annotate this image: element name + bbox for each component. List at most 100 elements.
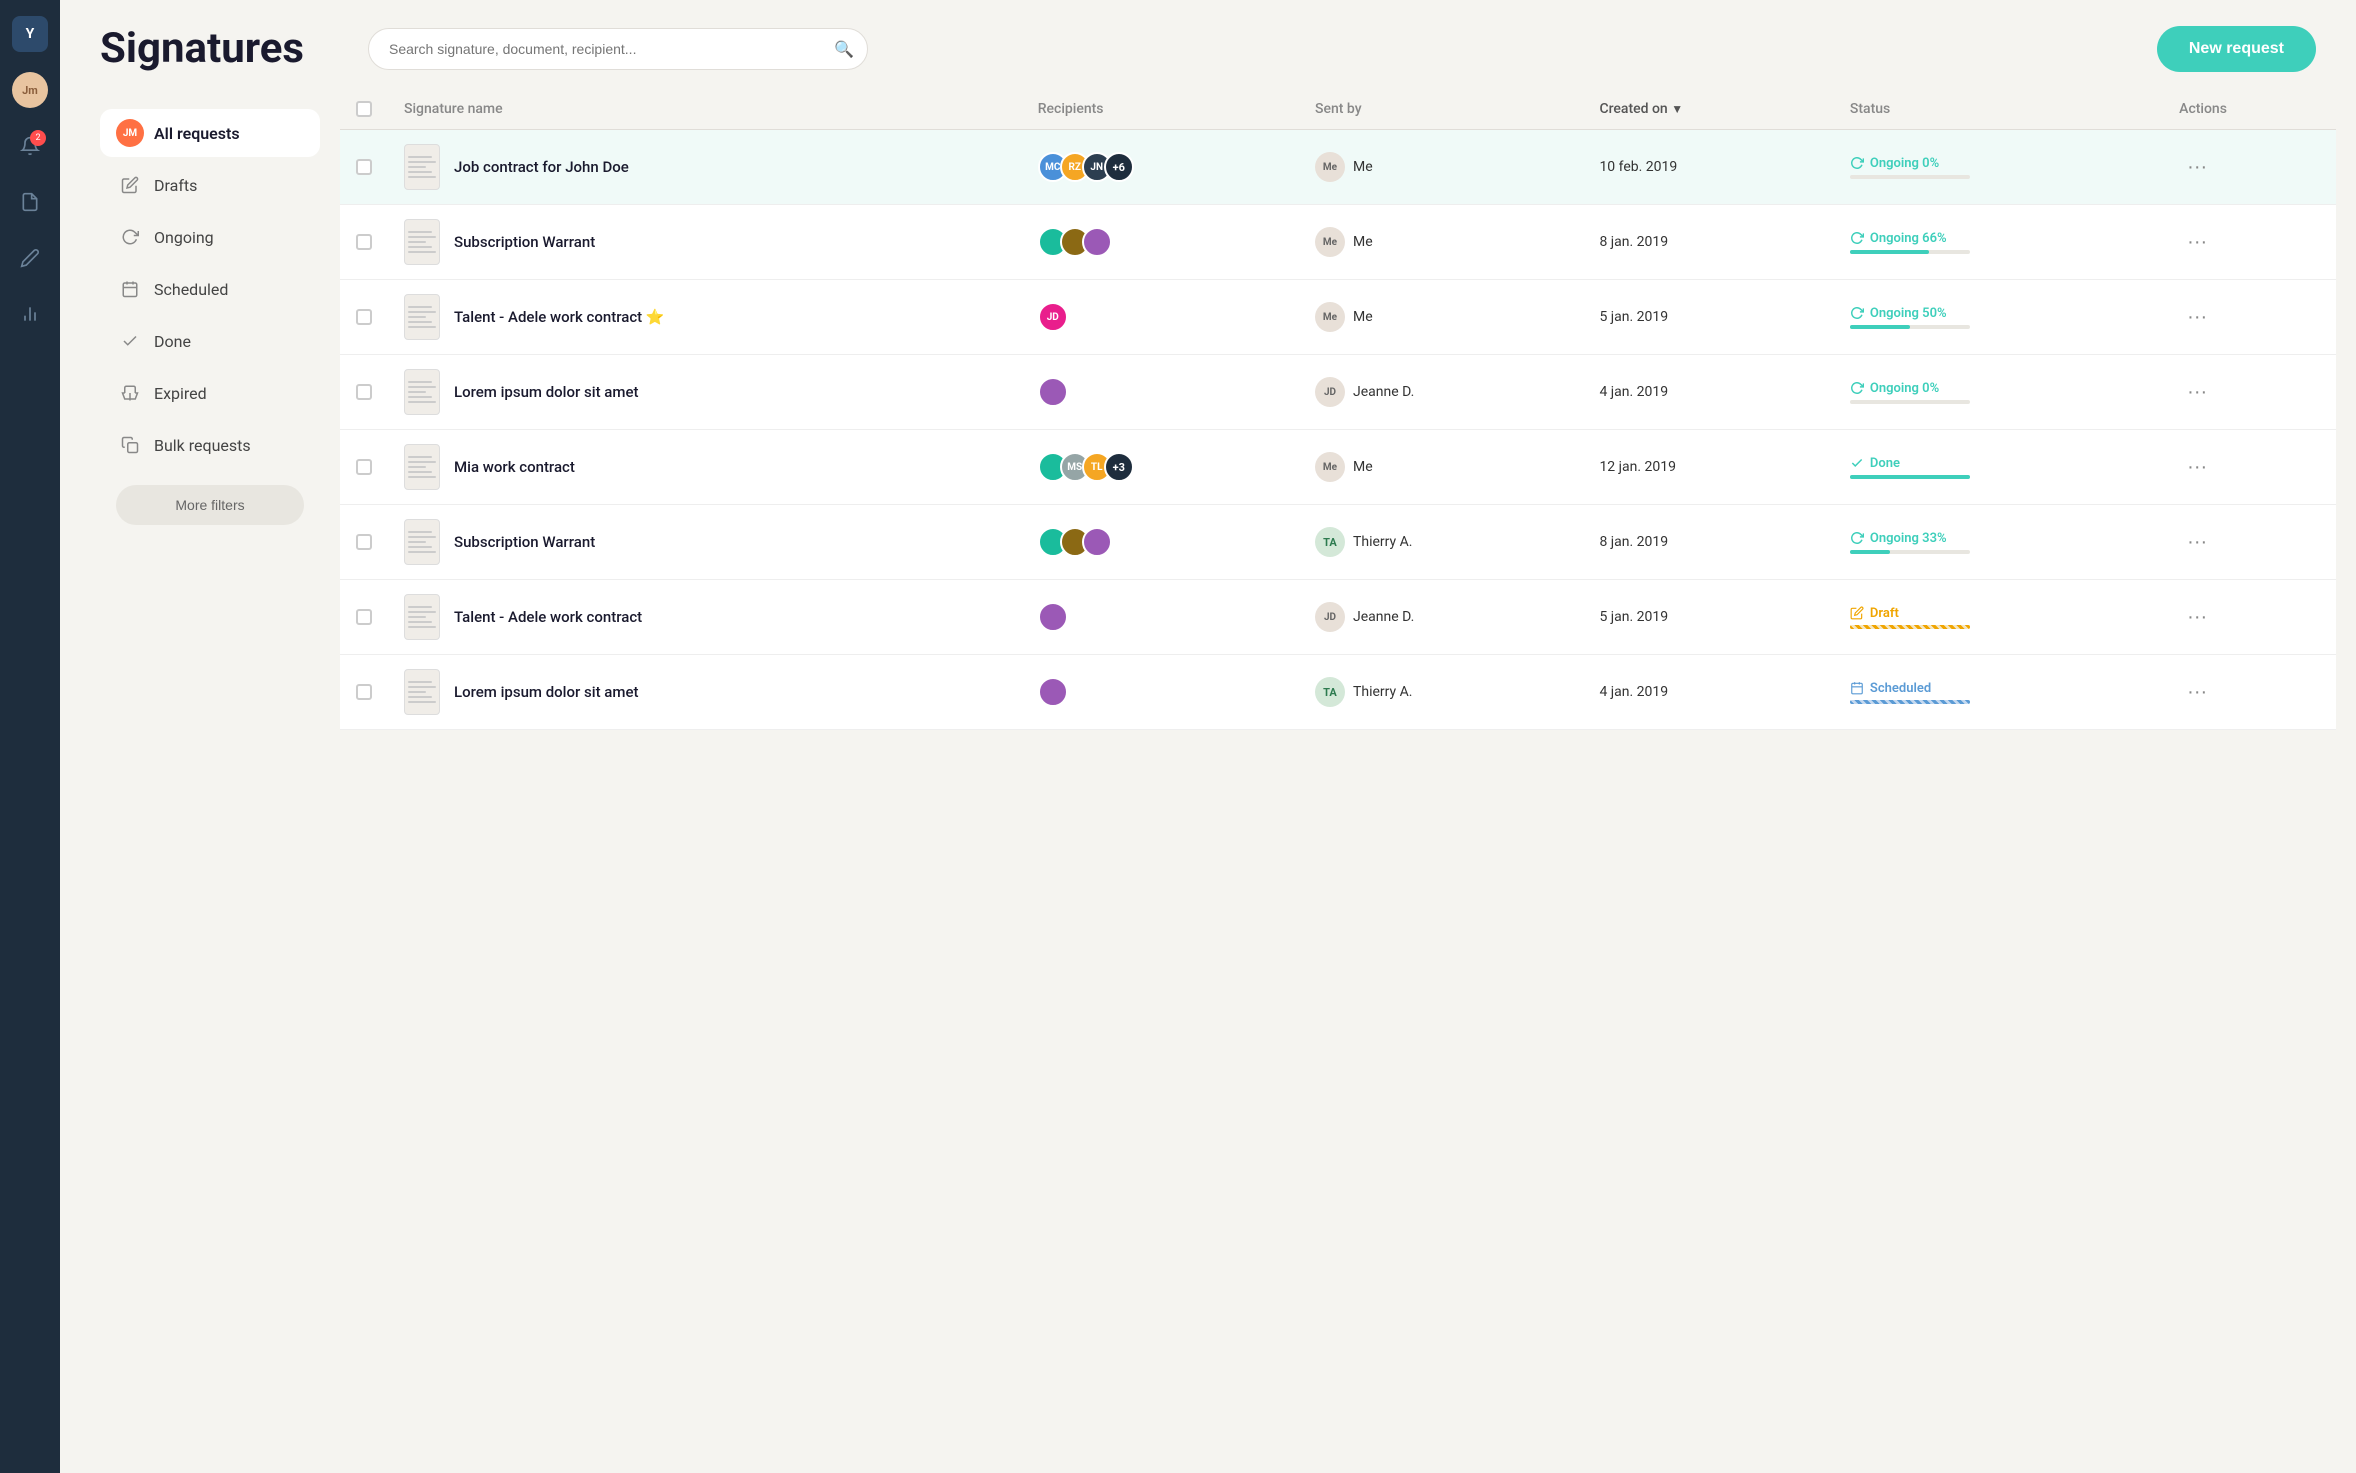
new-request-button[interactable]: New request xyxy=(2157,26,2316,72)
actions-menu-button[interactable]: ··· xyxy=(2179,527,2215,558)
sidebar-item-expired[interactable]: Expired xyxy=(100,369,320,417)
sidebar-item-bulk-requests[interactable]: Bulk requests xyxy=(100,421,320,469)
table-row[interactable]: Job contract for John Doe MCRZJN+6 Me Me… xyxy=(340,130,2336,205)
sidebar-item-ongoing[interactable]: Ongoing xyxy=(100,213,320,261)
sidebar-item-done[interactable]: Done xyxy=(100,317,320,365)
row-checkbox[interactable] xyxy=(356,534,372,550)
nav-analytics-icon[interactable] xyxy=(12,296,48,332)
row-checkbox[interactable] xyxy=(356,684,372,700)
col-signature-name: Signature name xyxy=(388,89,1022,130)
actions-menu-button[interactable]: ··· xyxy=(2179,227,2215,258)
table-row[interactable]: Subscription Warrant Me Me 8 jan. 2019 O… xyxy=(340,205,2336,280)
sidebar: JM All requests Drafts Ongoing xyxy=(100,89,320,1473)
header: Signatures 🔍 New request xyxy=(60,0,2356,89)
doc-thumbnail xyxy=(404,669,440,715)
col-recipients: Recipients xyxy=(1022,89,1299,130)
sent-by-avatar: Me xyxy=(1315,452,1345,482)
sent-by-name: Me xyxy=(1353,459,1373,475)
row-checkbox[interactable] xyxy=(356,159,372,175)
col-sent-by: Sent by xyxy=(1299,89,1583,130)
doc-name: Talent - Adele work contract xyxy=(454,608,642,626)
recipient-avatar: +3 xyxy=(1104,452,1134,482)
sent-by-cell: JD Jeanne D. xyxy=(1315,602,1567,632)
table-row[interactable]: Lorem ipsum dolor sit amet JD Jeanne D. … xyxy=(340,355,2336,430)
created-on-cell: 8 jan. 2019 xyxy=(1583,205,1833,280)
notification-badge: 2 xyxy=(30,130,46,146)
sidebar-label-ongoing: Ongoing xyxy=(154,228,214,247)
table-body: Job contract for John Doe MCRZJN+6 Me Me… xyxy=(340,130,2336,730)
table-row[interactable]: Talent - Adele work contract ⭐ JD Me Me … xyxy=(340,280,2336,355)
col-actions: Actions xyxy=(2163,89,2336,130)
sent-by-avatar: TA xyxy=(1315,527,1345,557)
doc-name: Lorem ipsum dolor sit amet xyxy=(454,683,639,701)
ongoing-icon xyxy=(116,223,144,251)
recipient-avatar: +6 xyxy=(1104,152,1134,182)
sent-by-name: Me xyxy=(1353,309,1373,325)
actions-menu-button[interactable]: ··· xyxy=(2179,377,2215,408)
recipients-cell xyxy=(1038,602,1283,632)
row-checkbox[interactable] xyxy=(356,234,372,250)
actions-menu-button[interactable]: ··· xyxy=(2179,602,2215,633)
sent-by-name: Jeanne D. xyxy=(1353,609,1414,625)
created-on-cell: 12 jan. 2019 xyxy=(1583,430,1833,505)
status-label: Ongoing 33% xyxy=(1850,531,2147,546)
status-label: Done xyxy=(1850,456,2147,471)
col-created-on[interactable]: Created on ▼ xyxy=(1583,89,1833,130)
table-row[interactable]: Talent - Adele work contract JD Jeanne D… xyxy=(340,580,2336,655)
recipient-avatar xyxy=(1038,677,1068,707)
status-cell: Ongoing 50% xyxy=(1850,306,2147,329)
search-icon[interactable]: 🔍 xyxy=(834,39,854,58)
row-checkbox[interactable] xyxy=(356,384,372,400)
user-avatar[interactable]: Jm xyxy=(12,72,48,108)
row-checkbox[interactable] xyxy=(356,609,372,625)
doc-name: Mia work contract xyxy=(454,458,575,476)
sidebar-label-bulk-requests: Bulk requests xyxy=(154,436,251,455)
app-logo: Y xyxy=(12,16,48,52)
actions-menu-button[interactable]: ··· xyxy=(2179,302,2215,333)
nav-docs-icon[interactable] xyxy=(12,184,48,220)
sent-by-cell: JD Jeanne D. xyxy=(1315,377,1567,407)
page-title: Signatures xyxy=(100,24,304,73)
doc-cell: Talent - Adele work contract ⭐ xyxy=(404,294,1006,340)
sidebar-item-all-requests[interactable]: JM All requests xyxy=(100,109,320,157)
table-row[interactable]: Subscription Warrant TA Thierry A. 8 jan… xyxy=(340,505,2336,580)
recipient-avatar xyxy=(1038,602,1068,632)
search-input[interactable] xyxy=(368,28,868,70)
nav-notifications-icon[interactable]: 2 xyxy=(12,128,48,164)
status-label: Scheduled xyxy=(1850,681,2147,696)
sent-by-cell: Me Me xyxy=(1315,302,1567,332)
all-requests-icon: JM xyxy=(116,119,144,147)
doc-thumbnail xyxy=(404,219,440,265)
done-icon xyxy=(116,327,144,355)
sidebar-item-drafts[interactable]: Drafts xyxy=(100,161,320,209)
actions-menu-button[interactable]: ··· xyxy=(2179,677,2215,708)
sent-by-name: Thierry A. xyxy=(1353,534,1412,550)
sent-by-avatar: TA xyxy=(1315,677,1345,707)
sent-by-name: Jeanne D. xyxy=(1353,384,1414,400)
recipient-avatar xyxy=(1082,227,1112,257)
doc-name: Job contract for John Doe xyxy=(454,158,629,176)
row-checkbox[interactable] xyxy=(356,309,372,325)
status-cell: Ongoing 33% xyxy=(1850,531,2147,554)
sent-by-avatar: JD xyxy=(1315,602,1345,632)
nav-signature-icon[interactable] xyxy=(12,240,48,276)
sidebar-item-scheduled[interactable]: Scheduled xyxy=(100,265,320,313)
sent-by-cell: Me Me xyxy=(1315,227,1567,257)
sidebar-label-expired: Expired xyxy=(154,384,207,403)
actions-menu-button[interactable]: ··· xyxy=(2179,152,2215,183)
actions-menu-button[interactable]: ··· xyxy=(2179,452,2215,483)
table-row[interactable]: Lorem ipsum dolor sit amet TA Thierry A.… xyxy=(340,655,2336,730)
table-row[interactable]: Mia work contract MSTL+3 Me Me 12 jan. 2… xyxy=(340,430,2336,505)
sent-by-name: Thierry A. xyxy=(1353,684,1412,700)
row-checkbox[interactable] xyxy=(356,459,372,475)
status-label: Ongoing 0% xyxy=(1850,156,2147,171)
signatures-table: Signature name Recipients Sent by Create… xyxy=(340,89,2336,730)
doc-cell: Lorem ipsum dolor sit amet xyxy=(404,369,1006,415)
select-all-checkbox[interactable] xyxy=(356,101,372,117)
more-filters-button[interactable]: More filters xyxy=(116,485,304,525)
doc-name: Lorem ipsum dolor sit amet xyxy=(454,383,639,401)
doc-thumbnail xyxy=(404,294,440,340)
recipients-cell xyxy=(1038,677,1283,707)
sent-by-name: Me xyxy=(1353,234,1373,250)
status-label: Draft xyxy=(1850,606,2147,621)
